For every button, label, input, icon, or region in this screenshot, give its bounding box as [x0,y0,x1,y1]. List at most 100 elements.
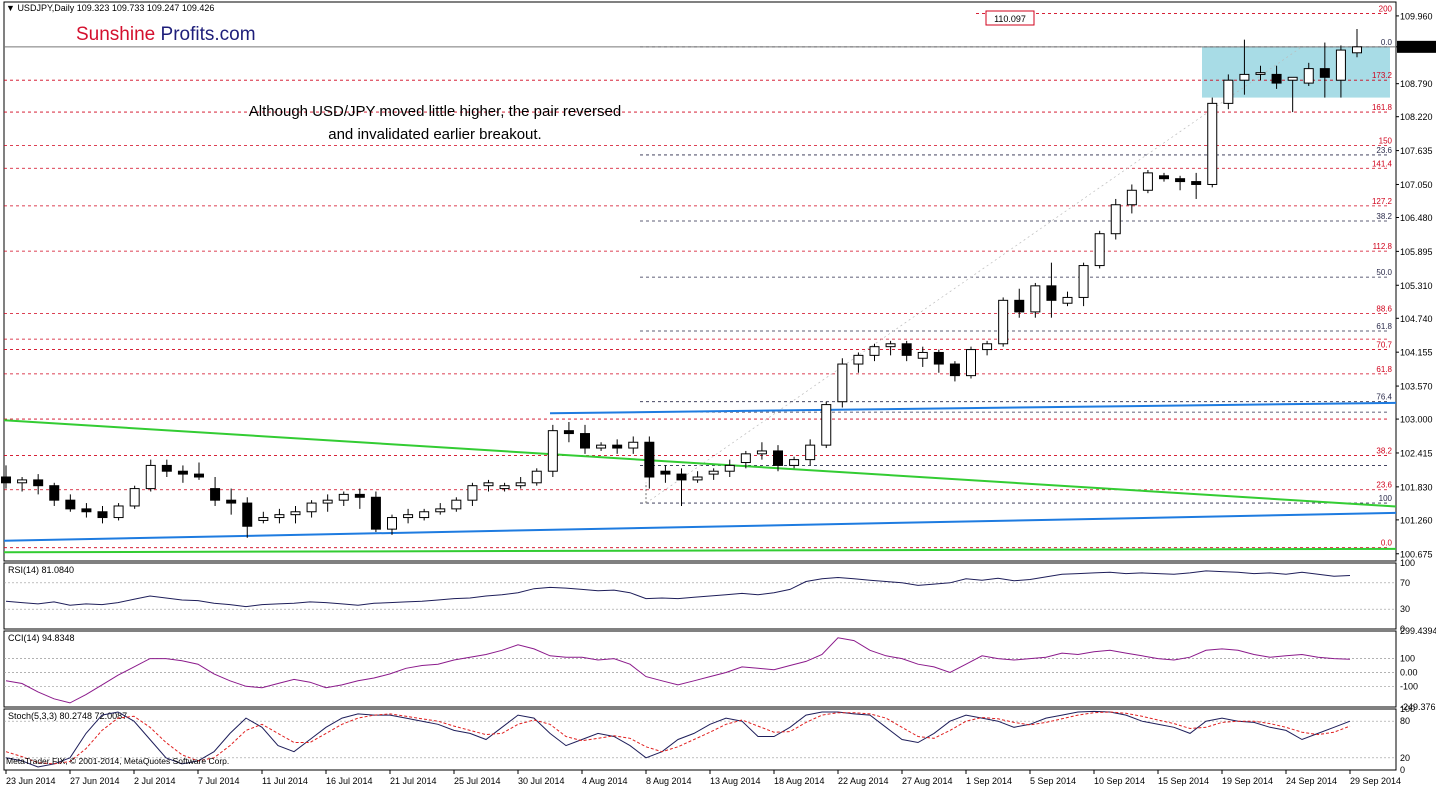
price-tick-label: 104.740 [1400,314,1433,324]
candle-body [1094,233,1105,267]
candle-body [1287,76,1298,81]
candle-body [531,470,542,484]
candle-body [49,485,60,501]
fib-level-label: 23.6 [1376,481,1392,490]
indicator-level-label: -100 [1400,681,1418,691]
annotation-line-1: Although USD/JPY moved little higher, th… [248,103,622,120]
logo-part2: Profits.com [160,24,256,45]
price-tick-label: 108.790 [1400,79,1433,89]
indicator-level-label: 80 [1400,716,1410,726]
candle-body [451,499,462,510]
date-label: 11 Jul 2014 [262,776,308,786]
chart-annotation: Although USD/JPY moved little higher, th… [200,100,670,146]
candle-body [1014,299,1025,313]
fib-level-label: 76.4 [1376,393,1392,402]
candle-body [773,450,783,466]
date-label: 15 Sep 2014 [1158,776,1209,786]
candle-body [724,464,735,472]
candle-body [177,470,188,475]
fib-level-label: 38.2 [1376,447,1392,456]
price-tick-label: 100.675 [1400,549,1433,559]
price-tick-label: 105.895 [1400,247,1433,257]
price-tick-label: 103.570 [1400,382,1433,392]
date-label: 30 Jul 2014 [518,776,565,786]
fib-level-label: 38.2 [1376,212,1392,221]
candle-body [338,493,349,501]
date-label: 27 Jun 2014 [70,776,120,786]
candle-body [515,482,526,487]
price-tick-label: 109.960 [1400,11,1433,21]
candle-body [563,430,574,435]
candle-body [1062,296,1073,304]
candle-body [1223,79,1234,104]
indicator-label: Stoch(5,3,3) 80.2748 72.0087 [8,711,127,721]
date-label: 19 Sep 2014 [1222,776,1273,786]
date-label: 22 Aug 2014 [838,776,889,786]
fib-level-label: 161.8 [1372,103,1393,112]
last-price-label: 109.426 [1400,42,1433,52]
candle-body [210,488,221,501]
candle-body [1271,73,1282,84]
candle-body [853,354,864,365]
candle-body [290,511,301,516]
candle-body [499,485,510,490]
candle-body [547,430,558,472]
candle-body [966,349,976,377]
fib-level-label: 112.8 [1373,242,1393,251]
date-label: 8 Aug 2014 [646,776,692,786]
indicator-level-label: 70 [1400,578,1410,588]
annotation-line-2: and invalidated earlier breakout. [328,126,542,143]
candle-body [65,499,76,510]
candle-body [129,488,140,507]
symbol-header: ▼ USDJPY,Daily 109.323 109.733 109.247 1… [6,3,214,13]
date-label: 24 Sep 2014 [1286,776,1337,786]
candle-body [708,470,719,475]
indicator-level-label: 20 [1400,753,1410,763]
candle-body [612,444,623,449]
candle-body [885,343,896,348]
fib-level-label: 70.7 [1376,341,1392,350]
candle-body [789,459,800,466]
date-label: 10 Sep 2014 [1094,776,1145,786]
date-label: 2 Jul 2014 [134,776,176,786]
candle-body [982,343,993,351]
fib-level-label: 61.8 [1376,365,1392,374]
candle-body [1207,102,1218,185]
candle-body [306,502,317,513]
price-tick-label: 104.155 [1400,348,1433,358]
cci-panel: 299.43941000.00-100-249.3762CCI(14) 94.8… [3,626,1436,712]
logo: Sunshine Profits.com [76,24,256,46]
candle-body [644,441,655,478]
candle-body [81,508,92,513]
candle-body [692,476,703,481]
candle-body [17,479,28,484]
candle-body [933,351,944,365]
candle-body [756,450,767,455]
fib-level-label: 0.0 [1381,38,1393,47]
candle-body [1239,73,1250,81]
indicator-series-line [5,637,1351,704]
fib-level-label: 0.0 [1381,539,1393,548]
candle-body [1319,68,1330,78]
candle-body [1046,285,1057,301]
candle-body [1303,68,1314,84]
candle-body [242,502,253,527]
candle-body [869,346,880,356]
channel-line-upper [549,401,1397,415]
candle-body [1191,181,1202,185]
indicator-level-label: 0 [1400,765,1405,775]
candle-body [1142,172,1153,191]
collapse-triangle-icon[interactable]: ▼ [6,3,15,13]
candle-body [113,505,124,519]
date-label: 5 Sep 2014 [1030,776,1076,786]
date-label: 29 Sep 2014 [1350,776,1401,786]
fib-level-label: 23.6 [1376,146,1392,155]
candle-body [1,476,11,484]
candle-body [322,499,333,504]
date-label: 13 Aug 2014 [710,776,761,786]
candle-body [917,351,928,359]
price-tick-label: 106.480 [1400,213,1433,223]
fib-level-label: 150 [1379,137,1393,146]
candle-body [258,517,269,521]
indicator-level-label: 299.4394 [1400,626,1436,636]
